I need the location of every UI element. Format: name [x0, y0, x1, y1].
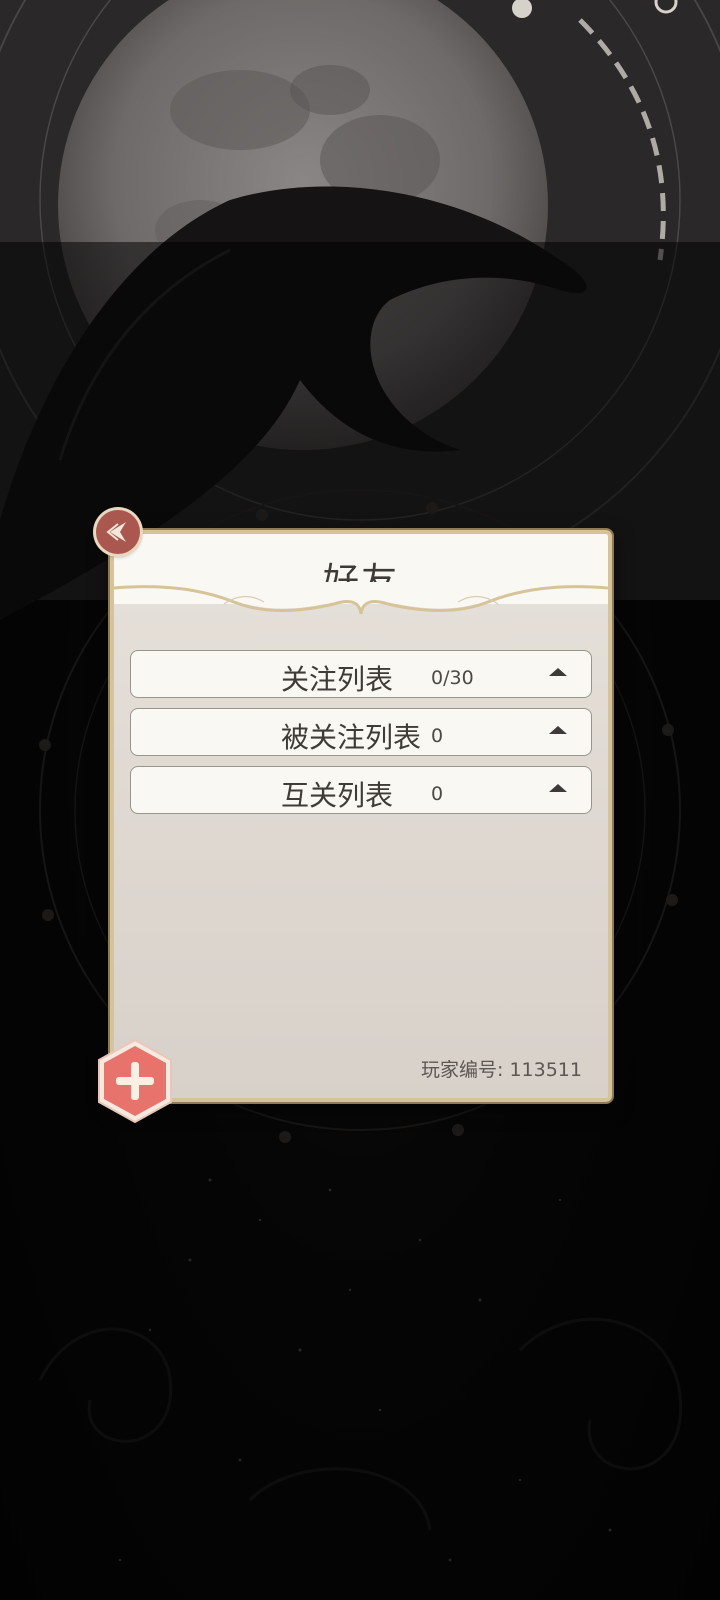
following-list-row[interactable]: 关注列表 0/30: [130, 650, 592, 698]
followers-list-row[interactable]: 被关注列表 0: [130, 708, 592, 756]
player-id-label: 玩家编号: 113511: [421, 1059, 582, 1081]
back-arrow-icon: [106, 522, 126, 542]
followers-count: 0: [431, 725, 444, 747]
caret-up-icon[interactable]: [549, 784, 567, 792]
friends-dialog: 好友 关注列表 0/30 被关注列表 0 互关列表 0 玩家编号: 113511: [110, 530, 612, 1102]
following-list-label: 关注列表: [281, 663, 394, 696]
back-badge[interactable]: [96, 510, 140, 554]
header-ornament: [114, 582, 608, 615]
caret-up-icon[interactable]: [549, 726, 567, 734]
mutual-list-label: 互关列表: [281, 779, 394, 812]
mutual-list-row[interactable]: 互关列表 0: [130, 766, 592, 814]
mutual-count: 0: [431, 783, 444, 805]
following-count: 0/30: [431, 667, 474, 689]
add-friend-button[interactable]: [96, 1038, 174, 1124]
followers-list-label: 被关注列表: [281, 721, 422, 754]
plus-icon: [98, 1038, 172, 1124]
caret-up-icon[interactable]: [549, 668, 567, 676]
dialog-header: 好友: [114, 534, 608, 615]
